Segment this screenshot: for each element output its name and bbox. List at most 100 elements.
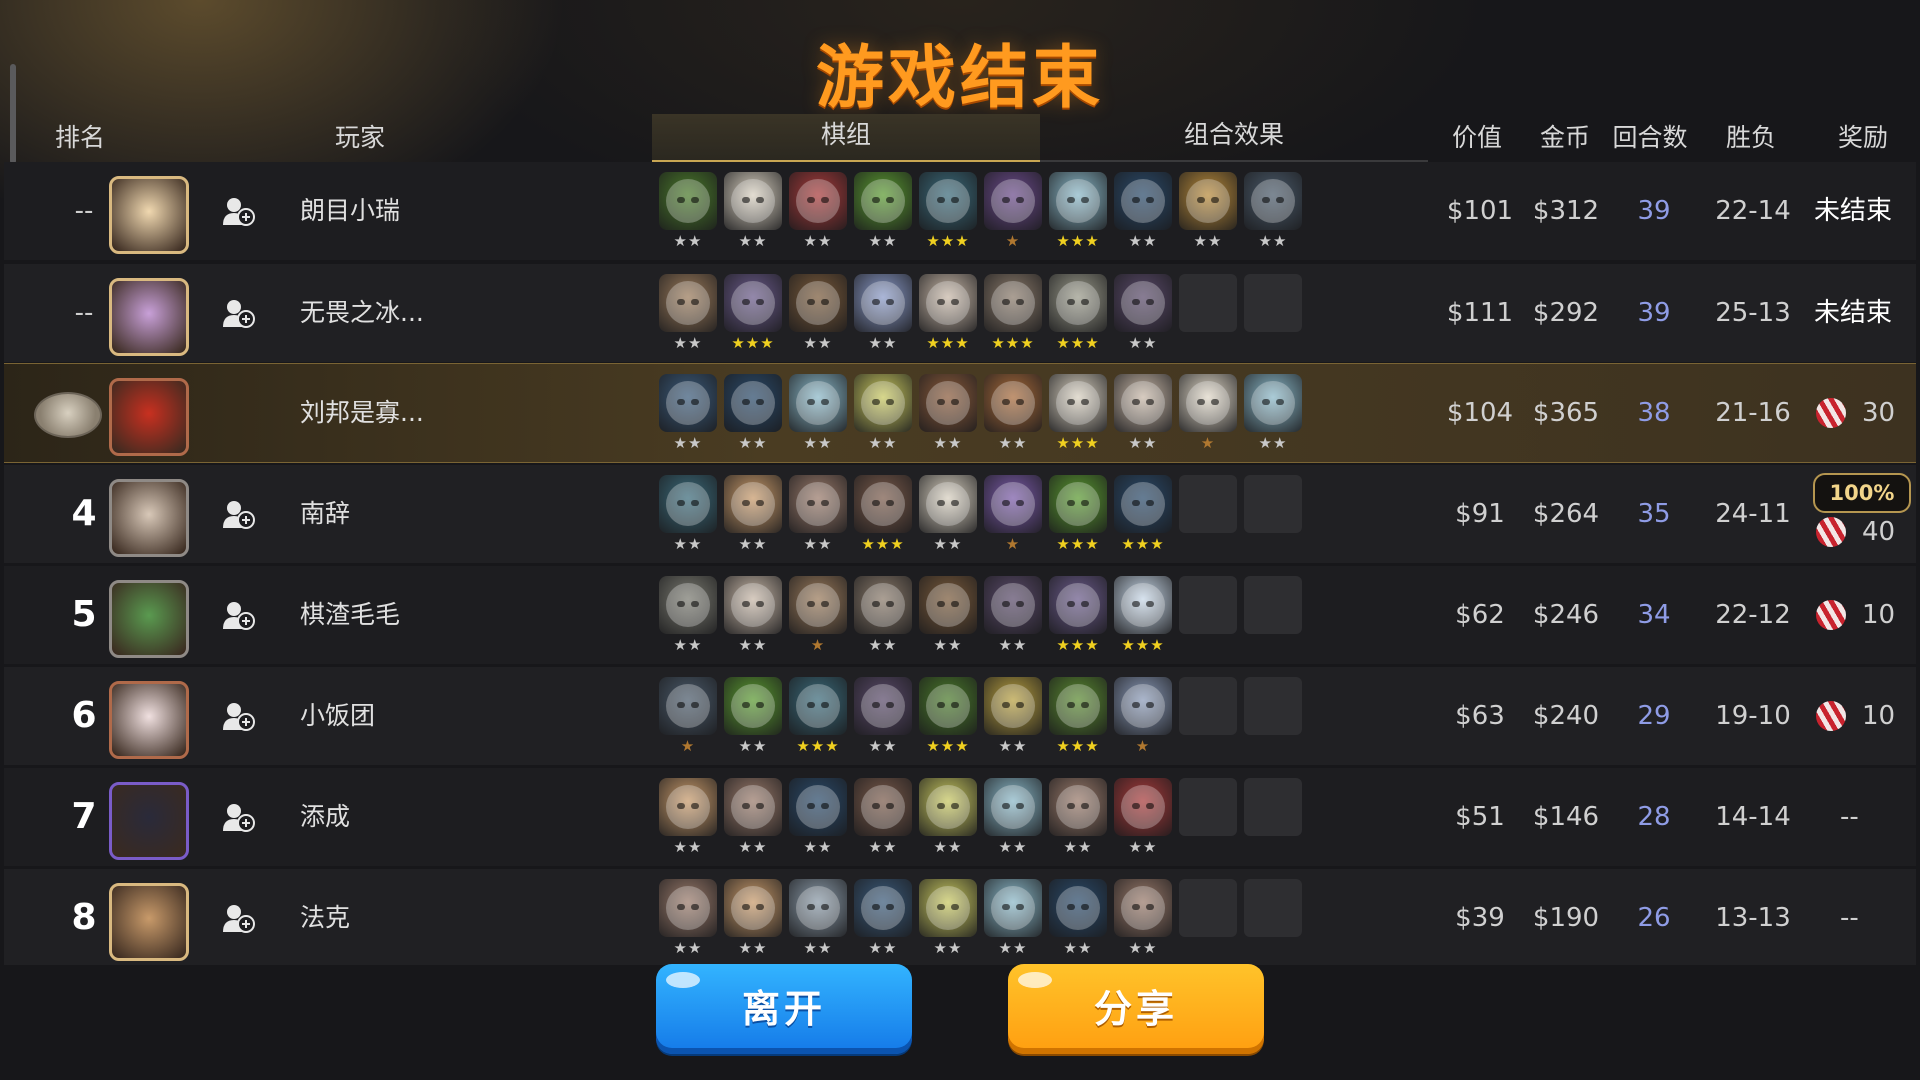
player-name[interactable]: 法克 (300, 869, 350, 967)
unit-portrait[interactable] (789, 576, 847, 634)
unit-portrait[interactable] (1114, 274, 1172, 332)
unit-portrait[interactable] (919, 576, 977, 634)
player-name[interactable]: 无畏之冰... (300, 264, 424, 362)
player-name[interactable]: 刘邦是寡... (300, 364, 424, 462)
unit-portrait[interactable] (854, 576, 912, 634)
unit-portrait[interactable] (854, 778, 912, 836)
add-friend-icon[interactable] (221, 700, 255, 732)
add-friend-icon[interactable] (221, 498, 255, 530)
unit-portrait[interactable] (854, 274, 912, 332)
unit-portrait[interactable] (659, 475, 717, 533)
unit-portrait[interactable] (984, 374, 1042, 432)
unit-portrait[interactable] (1179, 172, 1237, 230)
table-row[interactable]: 6 小饭团 ★ ★★ ★★★ ★★ ★★★ ★★ ★★★ ★ $63 $240 29 19-10 10 (4, 667, 1916, 765)
add-friend-icon[interactable] (221, 902, 255, 934)
unit-portrait[interactable] (984, 778, 1042, 836)
unit-portrait[interactable] (789, 475, 847, 533)
unit-portrait[interactable] (984, 677, 1042, 735)
unit-portrait[interactable] (1049, 677, 1107, 735)
table-row[interactable]: 刘邦是寡... ★★ ★★ ★★ ★★ ★★ ★★ ★★★ ★★ ★ ★★ $104 $365 38 21-… (4, 363, 1916, 463)
unit-portrait[interactable] (659, 677, 717, 735)
unit-portrait[interactable] (919, 778, 977, 836)
unit-portrait[interactable] (659, 778, 717, 836)
unit-portrait[interactable] (789, 172, 847, 230)
unit-portrait[interactable] (1114, 576, 1172, 634)
unit-portrait[interactable] (1244, 172, 1302, 230)
unit-portrait[interactable] (1114, 677, 1172, 735)
unit-portrait[interactable] (789, 677, 847, 735)
unit-portrait[interactable] (659, 274, 717, 332)
tab-lineup[interactable]: 棋组 (652, 114, 1040, 163)
unit-portrait[interactable] (1114, 172, 1172, 230)
unit-portrait[interactable] (984, 576, 1042, 634)
player-avatar[interactable] (109, 883, 189, 961)
unit-portrait[interactable] (1114, 778, 1172, 836)
tab-synergy[interactable]: 组合效果 (1040, 114, 1428, 162)
unit-portrait[interactable] (1114, 374, 1172, 432)
unit-portrait[interactable] (919, 879, 977, 937)
share-button[interactable]: 分享 (1008, 964, 1264, 1054)
unit-portrait[interactable] (919, 677, 977, 735)
player-name[interactable]: 棋渣毛毛 (300, 566, 400, 664)
unit-portrait[interactable] (1049, 374, 1107, 432)
leave-button[interactable]: 离开 (656, 964, 912, 1054)
unit-portrait[interactable] (984, 475, 1042, 533)
unit-portrait[interactable] (984, 274, 1042, 332)
table-row[interactable]: 4 南辞 ★★ ★★ ★★ ★★★ ★★ ★ ★★★ ★★★ $91 $264 35 24-11 40 (4, 465, 1916, 563)
unit-portrait[interactable] (1114, 475, 1172, 533)
unit-portrait[interactable] (854, 879, 912, 937)
unit-portrait[interactable] (1049, 475, 1107, 533)
unit-portrait[interactable] (659, 879, 717, 937)
unit-portrait[interactable] (1179, 374, 1237, 432)
unit-portrait[interactable] (724, 172, 782, 230)
table-row[interactable]: -- 朗目小瑞 ★★ ★★ ★★ ★★ ★★★ ★ ★★★ ★★ ★★ ★★ $101 $312 39 22-… (4, 162, 1916, 260)
add-friend-icon[interactable] (221, 599, 255, 631)
unit-portrait[interactable] (659, 172, 717, 230)
unit-portrait[interactable] (724, 374, 782, 432)
table-row[interactable]: 7 添成 ★★ ★★ ★★ ★★ ★★ ★★ ★★ ★★ $51 $146 28 14-14 -- (4, 768, 1916, 866)
unit-portrait[interactable] (1049, 778, 1107, 836)
player-avatar[interactable] (109, 479, 189, 557)
player-avatar[interactable] (109, 278, 189, 356)
unit-portrait[interactable] (724, 879, 782, 937)
unit-portrait[interactable] (789, 879, 847, 937)
player-avatar[interactable] (109, 176, 189, 254)
unit-portrait[interactable] (1049, 576, 1107, 634)
unit-portrait[interactable] (854, 475, 912, 533)
unit-portrait[interactable] (724, 274, 782, 332)
unit-portrait[interactable] (724, 475, 782, 533)
unit-portrait[interactable] (659, 576, 717, 634)
unit-portrait[interactable] (724, 576, 782, 634)
table-row[interactable]: -- 无畏之冰... ★★ ★★★ ★★ ★★ ★★★ ★★★ ★★★ ★★ $111 $292 39 2… (4, 264, 1916, 362)
player-avatar[interactable] (109, 782, 189, 860)
unit-portrait[interactable] (919, 374, 977, 432)
unit-portrait[interactable] (984, 172, 1042, 230)
unit-portrait[interactable] (919, 274, 977, 332)
unit-portrait[interactable] (659, 374, 717, 432)
unit-portrait[interactable] (854, 677, 912, 735)
unit-portrait[interactable] (724, 677, 782, 735)
unit-portrait[interactable] (919, 172, 977, 230)
player-name[interactable]: 添成 (300, 768, 350, 866)
unit-portrait[interactable] (854, 374, 912, 432)
unit-portrait[interactable] (984, 879, 1042, 937)
player-avatar[interactable] (109, 378, 189, 456)
unit-portrait[interactable] (1049, 879, 1107, 937)
player-name[interactable]: 小饭团 (300, 667, 375, 765)
player-name[interactable]: 南辞 (300, 465, 350, 563)
unit-portrait[interactable] (789, 374, 847, 432)
player-avatar[interactable] (109, 681, 189, 759)
table-row[interactable]: 8 法克 ★★ ★★ ★★ ★★ ★★ ★★ ★★ ★★ $39 $190 26 13-13 -- (4, 869, 1916, 965)
unit-portrait[interactable] (1049, 274, 1107, 332)
unit-portrait[interactable] (854, 172, 912, 230)
unit-portrait[interactable] (919, 475, 977, 533)
add-friend-icon[interactable] (221, 801, 255, 833)
unit-portrait[interactable] (789, 778, 847, 836)
player-name[interactable]: 朗目小瑞 (300, 162, 400, 260)
unit-portrait[interactable] (1049, 172, 1107, 230)
add-friend-icon[interactable] (221, 195, 255, 227)
table-row[interactable]: 5 棋渣毛毛 ★★ ★★ ★ ★★ ★★ ★★ ★★★ ★★★ $62 $246 34 22-12 10 (4, 566, 1916, 664)
unit-portrait[interactable] (724, 778, 782, 836)
add-friend-icon[interactable] (221, 297, 255, 329)
unit-portrait[interactable] (1114, 879, 1172, 937)
